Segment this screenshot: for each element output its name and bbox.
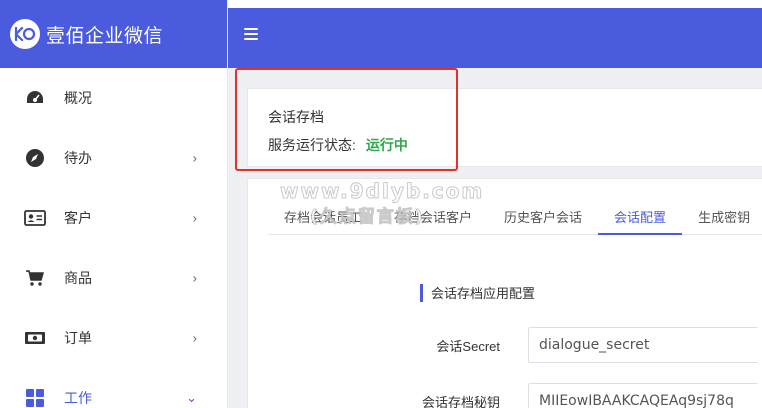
tab-archived-employees[interactable]: 存档会话员工	[268, 197, 378, 235]
sidebar-item-label: 商品	[64, 270, 92, 286]
contact-card-icon	[24, 207, 46, 229]
chevron-right-icon: ›	[192, 270, 197, 286]
brand-title: 壹佰企业微信	[46, 25, 164, 47]
secret-label: 会话Secret	[436, 338, 500, 354]
sidebar-item-label: 待办	[64, 150, 92, 166]
chevron-right-icon: ›	[192, 330, 197, 346]
status-card-title: 会话存档	[268, 109, 324, 125]
sidebar-item-label: 订单	[64, 330, 92, 346]
sidebar-item-work[interactable]: 工作 ⌄	[0, 368, 227, 408]
top-navbar	[228, 0, 762, 68]
archive-key-input[interactable]	[528, 383, 758, 408]
section-title: 会话存档应用配置	[420, 283, 535, 302]
form-row-secret: 会话Secret	[248, 327, 758, 363]
tab-bar: 存档会话员工 存档会话客户 历史客户会话 会话配置 生成密钥	[268, 197, 762, 235]
archive-key-label: 会话存档秘钥	[421, 394, 500, 408]
service-status-label: 服务运行状态:	[268, 137, 356, 153]
compass-icon	[24, 147, 46, 169]
brand-header: 壹佰企业微信	[0, 0, 227, 68]
sidebar-item-todo[interactable]: 待办 ›	[0, 128, 227, 188]
sidebar-item-overview[interactable]: 概况	[0, 68, 227, 128]
cart-icon	[24, 267, 46, 289]
service-status-card: 会话存档 服务运行状态: 运行中	[247, 88, 762, 167]
section-accent-bar	[420, 283, 423, 302]
sidebar-item-label: 概况	[64, 90, 92, 106]
config-card: 存档会话员工 存档会话客户 历史客户会话 会话配置 生成密钥 会话存档应用配置 …	[247, 178, 762, 408]
dashboard-icon	[24, 87, 46, 109]
chevron-right-icon: ›	[192, 150, 197, 166]
brand-logo	[10, 19, 40, 49]
sidebar-item-label: 客户	[64, 210, 92, 226]
sidebar-item-customers[interactable]: 客户 ›	[0, 188, 227, 248]
tab-archived-customers[interactable]: 存档会话客户	[378, 197, 488, 235]
grid-icon	[24, 387, 46, 408]
tab-session-config[interactable]: 会话配置	[598, 197, 683, 235]
form-row-archive-key: 会话存档秘钥	[248, 383, 758, 408]
chevron-down-icon: ⌄	[186, 390, 197, 405]
sidebar-item-label: 工作	[64, 390, 92, 406]
hamburger-icon[interactable]	[244, 28, 258, 40]
sidebar: 壹佰企业微信 概况 待办 › 客户 › 商品 › 订单 › 工作 ⌄	[0, 0, 228, 408]
service-status-value: 运行中	[365, 137, 408, 153]
service-status-row: 服务运行状态: 运行中	[268, 135, 408, 155]
tab-history-sessions[interactable]: 历史客户会话	[488, 197, 598, 235]
sidebar-item-orders[interactable]: 订单 ›	[0, 308, 227, 368]
section-title-text: 会话存档应用配置	[431, 286, 536, 301]
secret-input[interactable]	[528, 327, 758, 363]
sidebar-item-products[interactable]: 商品 ›	[0, 248, 227, 308]
tab-generate-key[interactable]: 生成密钥	[682, 197, 762, 235]
money-icon	[24, 327, 46, 349]
chevron-right-icon: ›	[192, 210, 197, 226]
